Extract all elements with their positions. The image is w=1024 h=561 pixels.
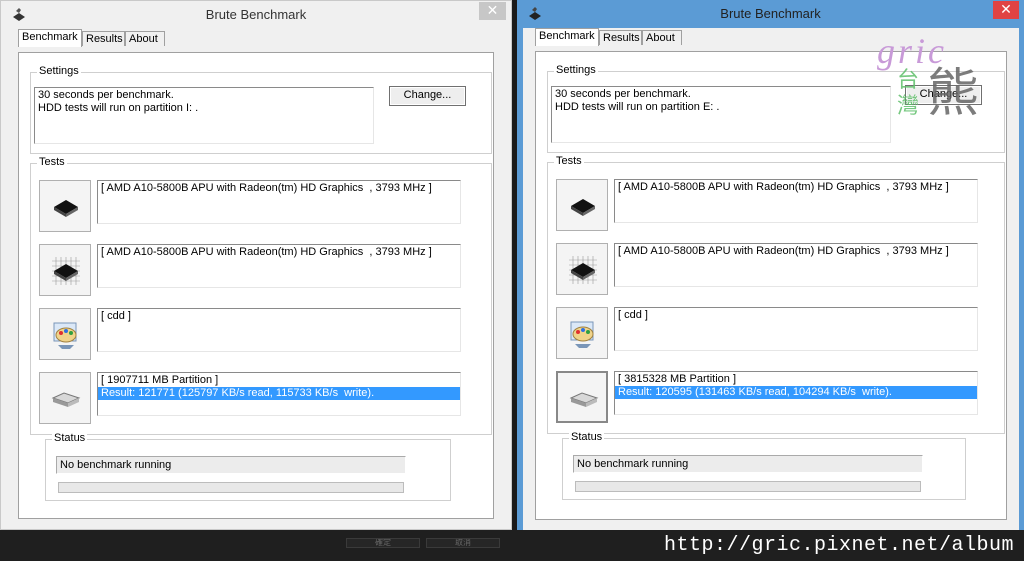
cpu-grid-test-button[interactable] [556,243,608,295]
status-text: No benchmark running [573,455,923,473]
test-box-3[interactable]: [ cdd ] [614,307,978,351]
tests-label: Tests [37,156,67,168]
window-title: Brute Benchmark [720,6,821,21]
cancel-button[interactable]: 取消 [426,538,500,548]
cpu-test-button[interactable] [556,179,608,231]
progress-bar [575,481,921,492]
settings-textbox[interactable]: 30 seconds per benchmark. HDD tests will… [551,86,891,143]
title-bar[interactable]: Brute Benchmark ✕ [517,0,1024,28]
hard-drive-icon [51,392,81,407]
tests-label: Tests [554,155,584,167]
cpu-grid-icon [52,257,80,285]
cpu-chip-icon [571,199,595,216]
hard-drive-icon [569,392,599,407]
progress-bar [58,482,404,493]
cpu-grid-test-button[interactable] [39,244,91,296]
test-box-3[interactable]: [ cdd ] [97,308,461,352]
tab-results[interactable]: Results [82,31,125,46]
watermark-url: http://gric.pixnet.net/album [663,534,1014,557]
test-box-2[interactable]: [ AMD A10-5800B APU with Radeon(tm) HD G… [614,243,978,287]
cpu-test-button[interactable] [39,180,91,232]
tab-about[interactable]: About [642,30,682,45]
test-box-2[interactable]: [ AMD A10-5800B APU with Radeon(tm) HD G… [97,244,461,288]
test-box-4[interactable]: [ 3815328 MB Partition ] Result: 120595 (… [614,371,978,415]
selected-result[interactable]: Result: 120595 (131463 KB/s read, 104294… [615,386,977,399]
graphics-test-button[interactable] [39,308,91,360]
settings-label: Settings [554,64,598,76]
tests-group: Tests [ AMD A10-5800B APU with Radeon(tm… [547,155,1005,434]
status-group: Status No benchmark running [45,432,451,501]
footer-strip: 確定 取消 http://gric.pixnet.net/album [0,530,1024,561]
tab-results[interactable]: Results [599,30,642,45]
logo-bear-text: 熊 [927,65,980,123]
status-label: Status [52,432,88,444]
paint-palette-icon [53,322,77,349]
test-box-4[interactable]: [ 1907711 MB Partition ] Result: 121771 (… [97,372,461,416]
settings-label: Settings [37,65,81,77]
paint-palette-icon [570,321,594,348]
watermark-logo: gric 台灣 熊 [873,30,995,130]
hdd-test-button[interactable] [39,372,91,424]
tab-benchmark[interactable]: Benchmark [18,29,82,47]
title-bar[interactable]: Brute Benchmark ✕ [1,1,511,29]
cpu-chip-icon [54,200,78,217]
client-area: Benchmark Results About Settings 30 seco… [6,29,506,529]
benchmark-panel: Settings 30 seconds per benchmark. HDD t… [18,52,494,519]
tab-about[interactable]: About [125,31,165,46]
close-button[interactable]: ✕ [993,1,1019,19]
ok-button[interactable]: 確定 [346,538,420,548]
selected-result[interactable]: Result: 121771 (125797 KB/s read, 115733… [98,387,460,400]
tab-benchmark[interactable]: Benchmark [535,28,599,46]
tests-group: Tests [ AMD A10-5800B APU with Radeon(tm… [30,156,492,435]
test-box-1[interactable]: [ AMD A10-5800B APU with Radeon(tm) HD G… [614,179,978,223]
test-box-1[interactable]: [ AMD A10-5800B APU with Radeon(tm) HD G… [97,180,461,224]
settings-group: Settings 30 seconds per benchmark. HDD t… [30,65,492,154]
test-box-4-text: [ 1907711 MB Partition ] [101,374,219,386]
logo-taiwan-text: 台灣 [897,67,920,118]
cpu-grid-icon [569,256,597,284]
status-text: No benchmark running [56,456,406,474]
graphics-test-button[interactable] [556,307,608,359]
change-button[interactable]: Change... [389,86,466,106]
settings-textbox[interactable]: 30 seconds per benchmark. HDD tests will… [34,87,374,144]
status-label: Status [569,431,605,443]
hdd-test-button[interactable] [556,371,608,423]
window-title: Brute Benchmark [205,7,307,22]
window-left: Brute Benchmark ✕ Benchmark Results Abou… [0,0,512,530]
status-group: Status No benchmark running [562,431,966,500]
close-button[interactable]: ✕ [479,2,506,20]
test-box-4-text: [ 3815328 MB Partition ] [618,373,737,385]
